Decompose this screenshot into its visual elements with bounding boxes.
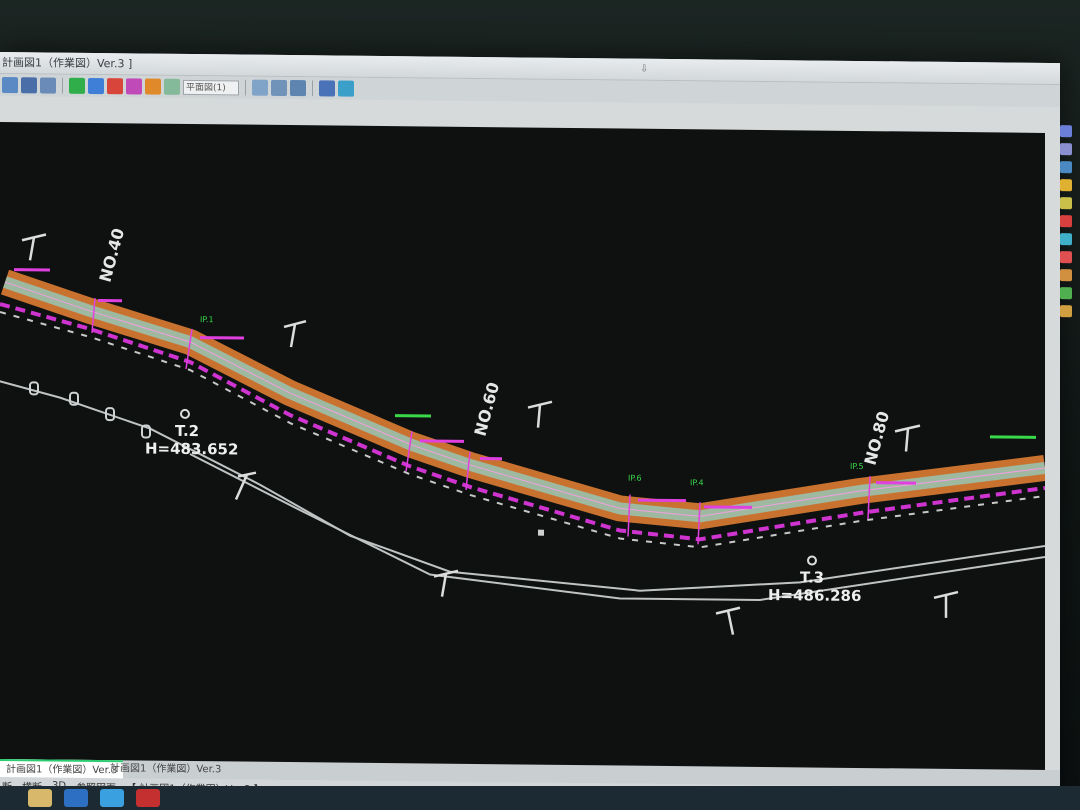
- browser-icon[interactable]: [100, 789, 124, 807]
- right-tool-palette: [1055, 125, 1077, 355]
- zoom-icon[interactable]: [319, 80, 335, 97]
- window-split-icon[interactable]: [271, 79, 287, 97]
- os-taskbar: [0, 786, 1080, 810]
- filter-icon[interactable]: [164, 78, 180, 95]
- point-marker: [538, 529, 544, 536]
- outlook-icon[interactable]: [64, 789, 88, 807]
- station-label: NO.80: [861, 409, 894, 467]
- benchmark-point: [807, 555, 817, 566]
- toolbar-divider: [245, 79, 246, 96]
- arc-tool-icon[interactable]: [1060, 161, 1072, 174]
- circle-tool-icon[interactable]: [1060, 179, 1072, 192]
- delete-icon[interactable]: [107, 78, 123, 95]
- title-grip-icon: ⇩: [640, 63, 649, 75]
- refresh-icon[interactable]: [145, 78, 161, 95]
- grid-icon[interactable]: [88, 77, 104, 95]
- ip-label: IP.6: [628, 474, 642, 483]
- view-dropdown[interactable]: 平面図(1): [183, 79, 239, 96]
- benchmark-name: T.2: [175, 422, 199, 440]
- save-icon[interactable]: [21, 77, 37, 94]
- ip-label: IP.4: [690, 478, 704, 487]
- drawing-canvas[interactable]: NO.40 NO.60 NO.80 IP.1 IP.6 IP.4 IP.5 T.…: [0, 122, 1045, 773]
- ip-label: IP.1: [200, 315, 214, 324]
- pen-tool-icon[interactable]: [1060, 251, 1072, 264]
- polyline-tool-icon[interactable]: [1060, 143, 1072, 156]
- station-label: NO.60: [471, 380, 504, 438]
- help-icon[interactable]: [126, 78, 142, 95]
- tab-plan-2[interactable]: 計画図1（作業図）Ver.3: [104, 760, 227, 779]
- erase-tool-icon[interactable]: [1060, 215, 1072, 228]
- pointer-icon[interactable]: [338, 80, 354, 97]
- layer-icon[interactable]: [69, 77, 85, 94]
- window-tile-icon[interactable]: [290, 80, 306, 97]
- print-icon[interactable]: [40, 77, 56, 94]
- pencil-tool-icon[interactable]: [1060, 287, 1072, 300]
- window-title: 計画図1（作業図）Ver.3 ]: [2, 56, 133, 71]
- application-window: 計画図1（作業図）Ver.3 ] ⇩ 平面図(1) NO.40 NO.60 NO…: [0, 52, 1072, 805]
- benchmark-height: H=486.286: [768, 586, 861, 605]
- plan-drawing[interactable]: NO.40 NO.60 NO.80 IP.1 IP.6 IP.4 IP.5 T.…: [0, 122, 1045, 773]
- fill-tool-icon[interactable]: [1060, 305, 1072, 318]
- toolbar-divider: [312, 80, 313, 97]
- brush-tool-icon[interactable]: [1060, 269, 1072, 282]
- open-icon[interactable]: [2, 77, 18, 94]
- benchmark-point: [180, 408, 190, 419]
- benchmark-height: H=483.652: [145, 440, 238, 459]
- text-tool-icon[interactable]: [1060, 197, 1072, 210]
- ip-label: IP.5: [850, 462, 864, 471]
- measure-tool-icon[interactable]: [1060, 233, 1072, 246]
- toolbar-divider: [62, 77, 63, 94]
- window-icon[interactable]: [252, 79, 268, 96]
- benchmark-name: T.3: [800, 568, 824, 586]
- line-tool-icon[interactable]: [1060, 125, 1072, 138]
- file-explorer-icon[interactable]: [28, 789, 52, 807]
- station-label: NO.40: [96, 226, 129, 284]
- app-icon[interactable]: [136, 789, 160, 807]
- survey-markers: [29, 381, 151, 439]
